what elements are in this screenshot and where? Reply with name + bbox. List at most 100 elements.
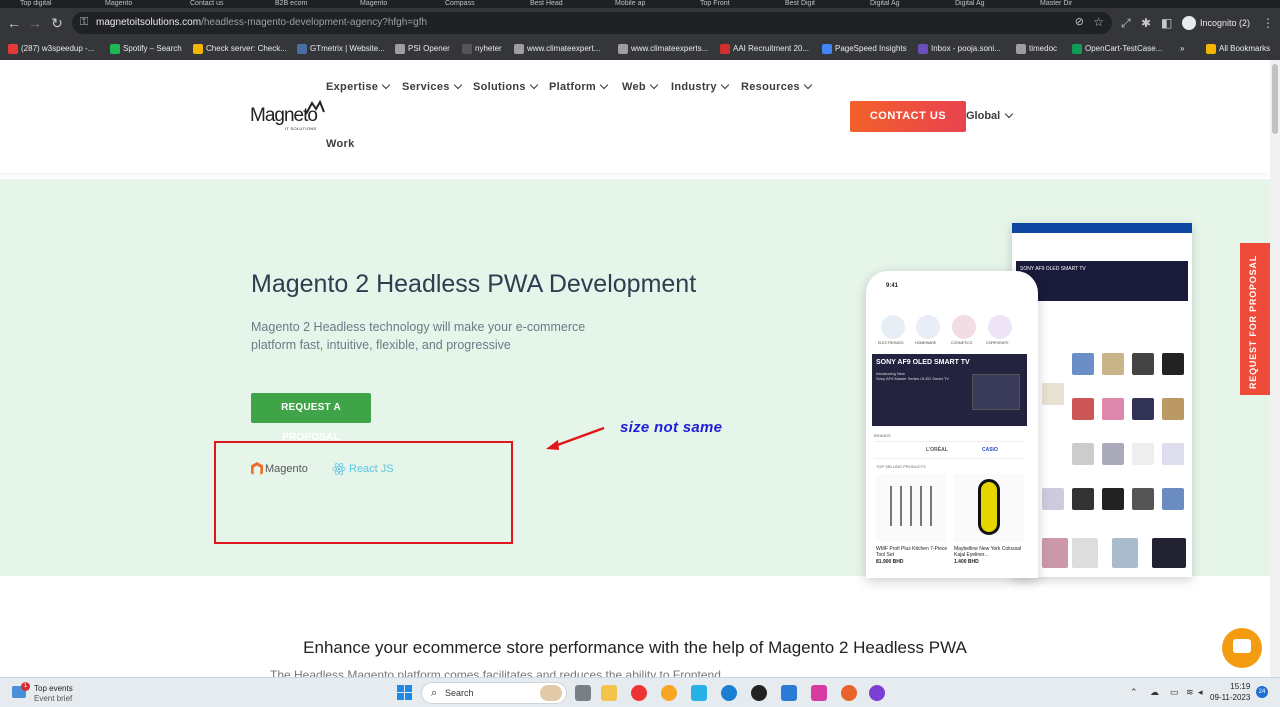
bookmark-item[interactable]: PSI Opener (395, 42, 450, 56)
more-bookmarks-button[interactable]: » (1180, 42, 1184, 56)
wifi-icon[interactable]: ≋ (1186, 687, 1194, 698)
web-page: Magneto IT SOLUTIONS Expertise Services … (0, 60, 1270, 677)
bookmark-favicon-icon (1016, 44, 1026, 54)
menu-item-platform[interactable]: Platform (549, 80, 609, 93)
site-info-icon[interactable]: ⚿ (80, 16, 88, 29)
reload-icon[interactable]: ↻ (49, 15, 65, 31)
bookmark-item[interactable]: OpenCart-TestCase... (1072, 42, 1162, 56)
browser-tab[interactable]: Best Digit (785, 0, 862, 8)
browser-tab[interactable]: Top digital (20, 0, 97, 8)
contact-us-button[interactable]: CONTACT US (850, 101, 966, 132)
bookmark-item[interactable]: www.climateexperts... (618, 42, 708, 56)
chevron-down-icon (453, 80, 462, 90)
request-proposal-side-tab[interactable]: REQUEST FOR PROPOSAL (1240, 243, 1270, 395)
menu-item-solutions[interactable]: Solutions (473, 80, 539, 93)
bookmark-item[interactable]: PageSpeed Insights (822, 42, 907, 56)
bookmark-favicon-icon (8, 44, 18, 54)
annotation-note: size not same (620, 419, 723, 436)
cast-icon[interactable]: ⤢ (1121, 16, 1131, 31)
menu-item-web[interactable]: Web (622, 80, 659, 93)
vscode-icon[interactable] (781, 685, 797, 701)
browser-tab[interactable]: Magento (105, 0, 182, 8)
volume-icon[interactable]: ◂ (1198, 687, 1203, 698)
browser-chrome: Top digital Magento Contact us B2B ecom … (0, 0, 1280, 60)
browser-tab[interactable]: Best Head (530, 0, 607, 8)
chat-button[interactable] (1222, 628, 1262, 668)
skype-icon[interactable] (691, 685, 707, 701)
hero-description: Magento 2 Headless technology will make … (251, 320, 586, 352)
edge-icon[interactable] (721, 685, 737, 701)
notifications-badge[interactable]: 24 (1256, 686, 1268, 698)
browser-tab[interactable]: Magento (360, 0, 437, 8)
media-player-icon[interactable] (751, 685, 767, 701)
bookmark-favicon-icon (462, 44, 472, 54)
all-bookmarks-button[interactable]: All Bookmarks (1206, 42, 1270, 56)
bookmark-star-icon[interactable]: ☆ (1093, 15, 1104, 29)
scrollbar-thumb[interactable] (1272, 64, 1278, 134)
menu-kebab-icon[interactable]: ⋮ (1262, 16, 1274, 30)
menu-item-expertise[interactable]: Expertise (326, 80, 391, 93)
url-bar[interactable]: ⚿ magnetoitsolutions.com/headless-magent… (72, 12, 1112, 34)
request-proposal-button[interactable]: REQUEST A PROPOSAL (251, 393, 371, 443)
react-icon (332, 463, 346, 475)
start-button[interactable] (397, 685, 412, 700)
bookmark-item[interactable]: Spotify – Search (110, 42, 182, 56)
tray-chevron-icon[interactable]: ⌃ (1130, 687, 1138, 698)
page-scrollbar[interactable] (1270, 60, 1280, 677)
profile-button[interactable]: Incognito (2) (1180, 14, 1256, 32)
extensions-icon[interactable]: ✱ (1141, 16, 1151, 30)
browser-tab[interactable]: Top Front (700, 0, 777, 8)
address-bar-row: ← → ↻ ⚿ magnetoitsolutions.com/headless-… (0, 8, 1280, 38)
incognito-eye-icon[interactable]: ⊘ (1075, 15, 1084, 28)
bookmark-item[interactable]: timedoc (1016, 42, 1057, 56)
browser-tab[interactable]: Mobile ap (615, 0, 692, 8)
bookmark-item[interactable]: www.climateexpert... (514, 42, 600, 56)
menu-item-services[interactable]: Services (402, 80, 462, 93)
notification-badge: 1 (21, 682, 30, 691)
browser-tab[interactable]: Contact us (190, 0, 267, 8)
menu-item-resources[interactable]: Resources (741, 80, 813, 93)
menu-item-industry[interactable]: Industry (671, 80, 730, 93)
chrome-icon[interactable] (631, 685, 647, 701)
chevron-down-icon (381, 80, 391, 90)
browser-tab[interactable]: Compass (445, 0, 522, 8)
url-path: /headless-magento-development-agency?hfg… (201, 17, 428, 28)
hero-title: Magento 2 Headless PWA Development (251, 270, 697, 298)
app2-icon[interactable] (811, 685, 827, 701)
onedrive-icon[interactable]: ☁ (1150, 687, 1159, 698)
bookmark-item[interactable]: AAI Recruitment 20... (720, 42, 809, 56)
bookmark-favicon-icon (918, 44, 928, 54)
browser-tab[interactable]: B2B ecom (275, 0, 352, 8)
firefox-icon[interactable] (841, 685, 857, 701)
bookmark-item[interactable]: (287) w3speedup -... (8, 42, 94, 56)
chevron-down-icon (599, 80, 609, 90)
network-icon[interactable]: ▭ (1170, 687, 1179, 698)
task-view-icon[interactable] (575, 685, 591, 701)
tab-strip: Top digital Magento Contact us B2B ecom … (0, 0, 1280, 8)
bookmark-item[interactable]: nyheter (462, 42, 502, 56)
bookmark-item[interactable]: Check server: Check... (193, 42, 287, 56)
bookmark-item[interactable]: Inbox - pooja.soni... (918, 42, 1001, 56)
bookmark-favicon-icon (297, 44, 307, 54)
desktop-mockup: SONY AF9 OLED SMART TV (1012, 223, 1192, 577)
menu-item-work[interactable]: Work (326, 138, 355, 150)
chevron-down-icon (649, 80, 659, 90)
system-clock[interactable]: 15:19 09-11-2023 (1210, 681, 1250, 703)
back-icon[interactable]: ← (6, 15, 22, 31)
file-explorer-icon[interactable] (601, 685, 617, 701)
taskbar-search[interactable]: ⌕ Search (421, 682, 567, 704)
bookmark-item[interactable]: GTmetrix | Website... (297, 42, 385, 56)
app-icon[interactable] (661, 685, 677, 701)
sidepanel-icon[interactable]: ◧ (1161, 16, 1172, 30)
app3-icon[interactable] (869, 685, 885, 701)
browser-tab[interactable]: Master Dir (1040, 0, 1117, 8)
chevron-down-icon (529, 80, 539, 90)
browser-tab[interactable]: Digital Ag (870, 0, 947, 8)
widgets-button[interactable]: 1 Top events Event brief (12, 681, 92, 705)
browser-tab[interactable]: Digital Ag (955, 0, 1032, 8)
phone-banner: SONY AF9 OLED SMART TV Introducing New So… (872, 354, 1027, 426)
desktop-topbar (1012, 223, 1192, 233)
global-selector[interactable]: Global (966, 109, 1014, 122)
forward-icon[interactable]: → (27, 15, 43, 31)
site-logo[interactable]: Magneto IT SOLUTIONS (250, 100, 330, 135)
